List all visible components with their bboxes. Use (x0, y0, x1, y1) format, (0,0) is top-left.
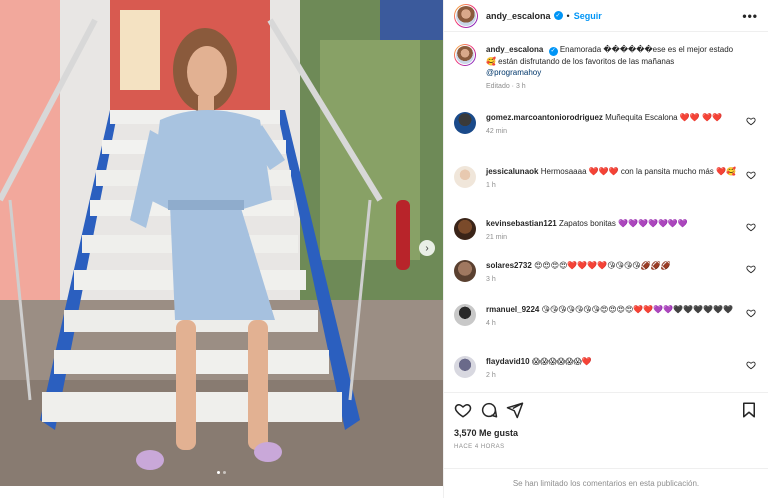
comment-text: kevinsebastian121 Zapatos bonitas 💜💜💜💜💜💜… (486, 218, 738, 229)
comment-body: Zapatos bonitas 💜💜💜💜💜💜💜 (558, 219, 688, 228)
carousel-dot-active (217, 471, 220, 474)
author-username[interactable]: andy_escalona (486, 11, 551, 21)
comment-icon[interactable] (480, 401, 498, 419)
comment-text: jessicalunaok Hermosaaaa ❤️❤️❤️ con la p… (486, 166, 738, 177)
comment-username[interactable]: solares2732 (486, 261, 532, 270)
comment-meta: 1 h (486, 182, 496, 189)
caption-row: andy_escalona ✓ Enamorada ������ese es e… (454, 44, 758, 90)
comment-row: rmanuel_9224 😘😘😘😘😘😘😘😍😍😍😍❤️❤️💜💜🖤🖤🖤🖤🖤🖤 4 h (454, 304, 758, 327)
avatar[interactable] (454, 3, 478, 28)
next-photo-button[interactable]: › (419, 240, 435, 256)
comment-body: Muñequita Escalona ❤️❤️ ❤️❤️ (605, 113, 722, 122)
commenter-avatar[interactable] (454, 218, 476, 240)
post-actions-bar (444, 392, 768, 426)
verified-badge-icon: ✓ (553, 11, 563, 20)
comment-row: solares2732 😍😍😍😍❤️❤️❤️❤️😘😘😘😘🏈🏈🏈 3 h (454, 260, 758, 283)
comment-text: flaydavid10 😱😱😱😱😱😱❤️ (486, 356, 738, 367)
separator-dot: • (566, 10, 570, 21)
heart-icon[interactable] (746, 264, 756, 274)
commenter-avatar[interactable] (454, 304, 476, 326)
photo-scene (0, 0, 443, 486)
post-time-ago: HACE 4 HORAS (454, 444, 505, 450)
comments-list[interactable]: andy_escalona ✓ Enamorada ������ese es e… (444, 38, 768, 390)
caption-username[interactable]: andy_escalona (486, 45, 543, 54)
follow-button[interactable]: Seguir (574, 11, 602, 21)
comment-row: gomez.marcoantoniorodriguez Muñequita Es… (454, 112, 758, 135)
comment-text: rmanuel_9224 😘😘😘😘😘😘😘😍😍😍😍❤️❤️💜💜🖤🖤🖤🖤🖤🖤 (486, 304, 738, 315)
comment-meta: 3 h (486, 276, 496, 283)
comment-row: jessicalunaok Hermosaaaa ❤️❤️❤️ con la p… (454, 166, 758, 189)
verified-badge-icon: ✓ (548, 47, 558, 56)
caption-meta: Editado · 3 h (486, 83, 526, 90)
comment-row: kevinsebastian121 Zapatos bonitas 💜💜💜💜💜💜… (454, 218, 758, 241)
comment-text: gomez.marcoantoniorodriguez Muñequita Es… (486, 112, 738, 123)
caption-text: andy_escalona ✓ Enamorada ������ese es e… (486, 44, 738, 78)
comment-username[interactable]: kevinsebastian121 (486, 219, 557, 228)
commenter-avatar[interactable] (454, 260, 476, 282)
heart-icon[interactable] (746, 222, 756, 232)
bookmark-icon[interactable] (740, 401, 758, 419)
post-photo: › (0, 0, 443, 486)
comment-meta: 21 min (486, 234, 508, 241)
post-side-panel: andy_escalona ✓ • Seguir ••• andy_escalo… (443, 0, 768, 498)
comment-username[interactable]: rmanuel_9224 (486, 305, 539, 314)
comment-username[interactable]: flaydavid10 (486, 357, 530, 366)
caption-avatar[interactable] (454, 44, 476, 66)
heart-icon[interactable] (746, 308, 756, 318)
comment-row: flaydavid10 😱😱😱😱😱😱❤️ 2 h (454, 356, 758, 379)
commenter-avatar[interactable] (454, 166, 476, 188)
comment-body: 😱😱😱😱😱😱❤️ (531, 357, 592, 366)
instagram-post-window: › andy_escalona ✓ • Seguir ••• andy_esca… (0, 0, 768, 498)
commenter-avatar[interactable] (454, 356, 476, 378)
heart-icon[interactable] (746, 116, 756, 126)
comment-meta: 2 h (486, 372, 496, 379)
comment-body: 😍😍😍😍❤️❤️❤️❤️😘😘😘😘🏈🏈🏈 (534, 261, 671, 270)
caption-mention-link[interactable]: @programahoy (486, 68, 541, 77)
more-options-icon[interactable]: ••• (742, 9, 758, 23)
share-icon[interactable] (506, 401, 524, 419)
comment-meta: 42 min (486, 128, 508, 135)
likes-count[interactable]: 3,570 Me gusta (454, 428, 518, 438)
comment-text: solares2732 😍😍😍😍❤️❤️❤️❤️😘😘😘😘🏈🏈🏈 (486, 260, 738, 271)
heart-icon[interactable] (746, 170, 756, 180)
carousel-dot (223, 471, 226, 474)
carousel-dots (0, 471, 443, 474)
comment-username[interactable]: gomez.marcoantoniorodriguez (486, 113, 603, 122)
heart-icon[interactable] (454, 401, 472, 419)
comment-body: 😘😘😘😘😘😘😘😍😍😍😍❤️❤️💜💜🖤🖤🖤🖤🖤🖤 (541, 305, 733, 314)
commenter-avatar[interactable] (454, 112, 476, 134)
heart-icon[interactable] (746, 360, 756, 370)
comment-body: Hermosaaaa ❤️❤️❤️ con la pansita mucho m… (540, 167, 736, 176)
comment-username[interactable]: jessicalunaok (486, 167, 538, 176)
comment-meta: 4 h (486, 320, 496, 327)
comments-limited-notice: Se han limitado los comentarios en esta … (444, 468, 768, 498)
post-header: andy_escalona ✓ • Seguir ••• (444, 0, 768, 32)
